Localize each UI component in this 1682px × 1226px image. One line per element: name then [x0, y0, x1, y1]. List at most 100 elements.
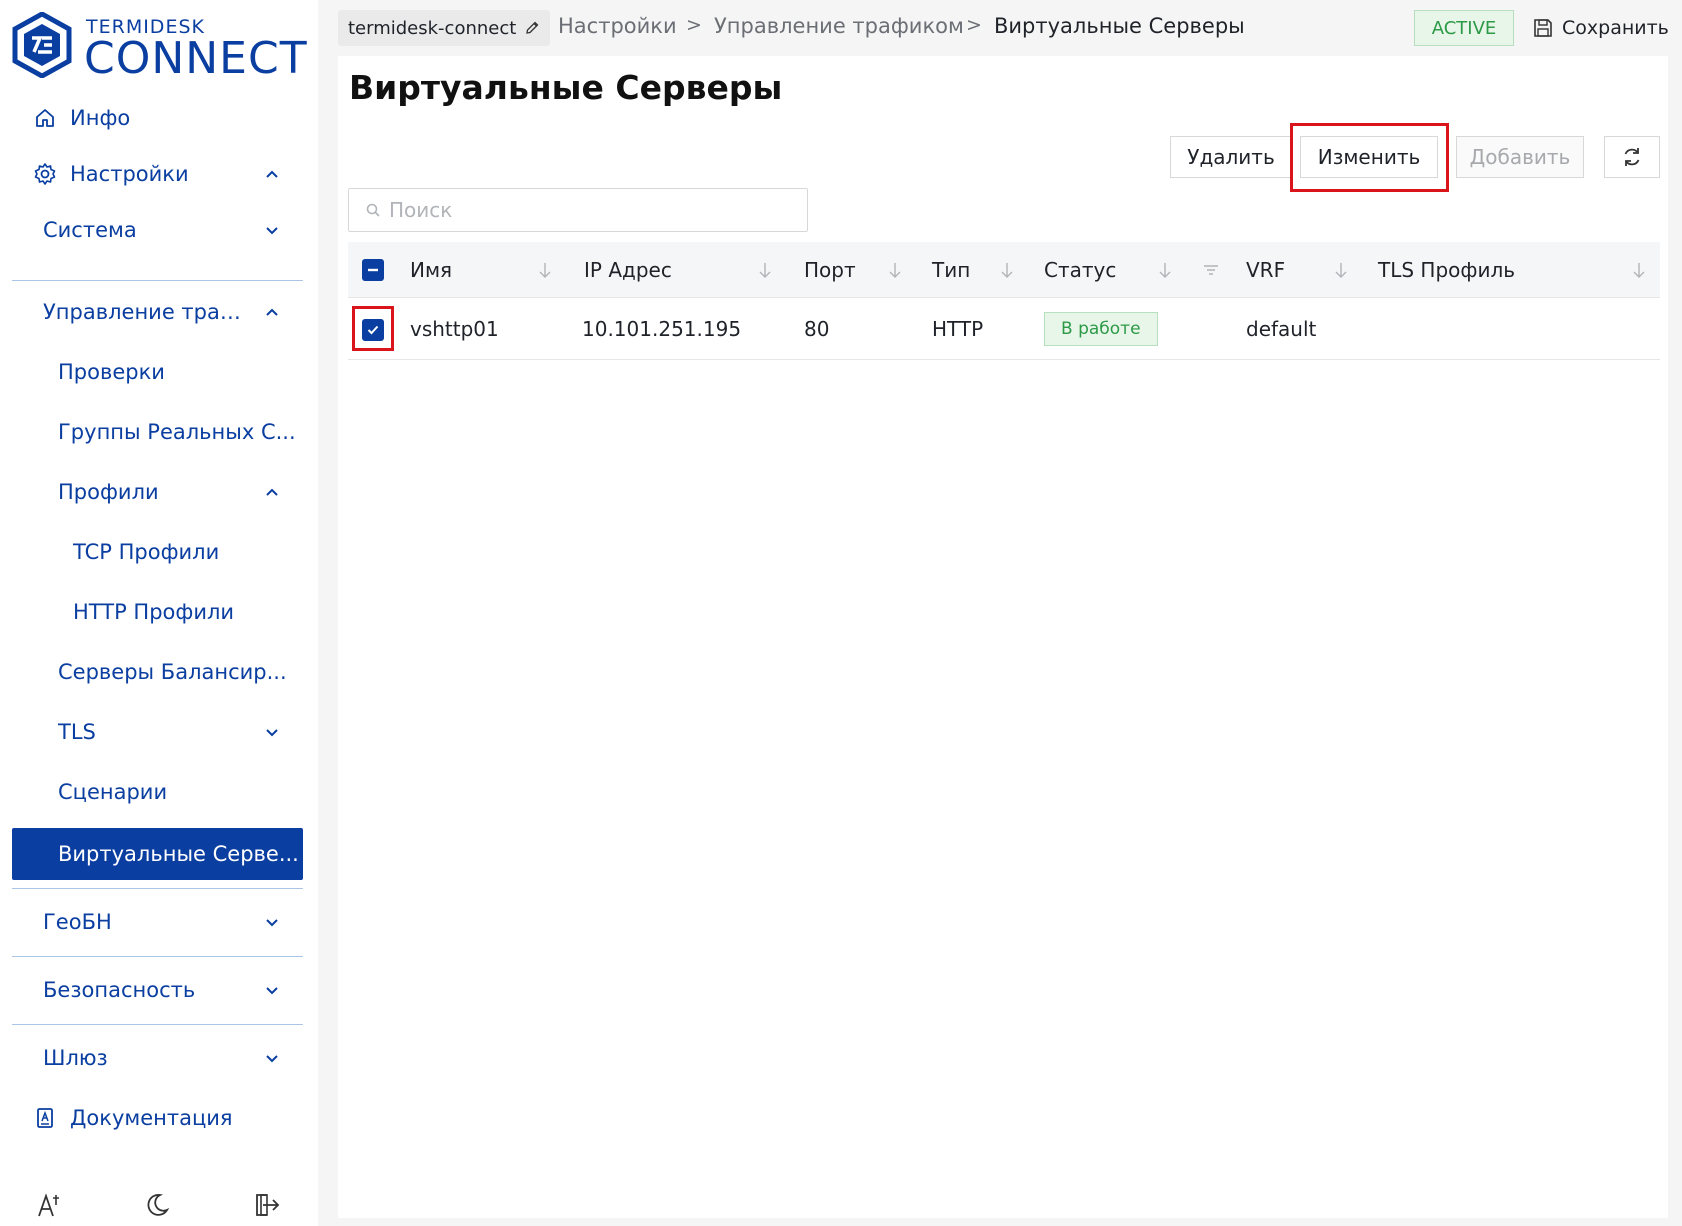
delete-button[interactable]: Удалить [1170, 136, 1292, 178]
sidebar-item-label: Настройки [70, 162, 189, 186]
cell-type: HTTP [932, 317, 984, 341]
column-header-port[interactable]: Порт [804, 242, 856, 298]
sidebar-item-label: Шлюз [43, 1046, 108, 1070]
sidebar-item-docs[interactable]: Документация [0, 1090, 318, 1146]
status-tag: В работе [1044, 312, 1158, 346]
select-all-checkbox[interactable] [362, 259, 384, 281]
chevron-up-icon [266, 170, 278, 178]
top-bar: termidesk-connect Настройки > Управление… [318, 0, 1682, 56]
divider [12, 1024, 303, 1025]
cell-port: 80 [804, 317, 830, 341]
sidebar-item-real-server-groups[interactable]: Группы Реальных С... [0, 404, 318, 460]
breadcrumb-settings[interactable]: Настройки [558, 14, 677, 38]
logo-hex-icon [12, 12, 72, 78]
sidebar-item-profiles[interactable]: Профили [0, 464, 318, 520]
sort-arrow-icon[interactable] [756, 261, 774, 279]
logo[interactable]: TERMIDESK CONNECT [12, 12, 308, 84]
row-checkbox-highlight [352, 306, 394, 351]
logout-icon[interactable] [252, 1190, 282, 1220]
chevron-up-icon[interactable] [262, 302, 282, 322]
sidebar-item-label: TLS [58, 720, 96, 744]
chevron-down-icon [266, 729, 278, 737]
sidebar-item-label: Группы Реальных С... [58, 420, 296, 444]
minus-icon [368, 268, 378, 272]
sidebar-item-virtual-servers[interactable]: Виртуальные Серве... [12, 828, 303, 880]
font-size-icon[interactable] [34, 1190, 64, 1220]
filter-icon[interactable] [1202, 261, 1220, 279]
column-header-status[interactable]: Статус [1044, 242, 1116, 298]
search-input[interactable]: Поиск [348, 188, 808, 232]
chevron-down-icon [266, 227, 278, 235]
breadcrumb-separator: > [686, 14, 702, 36]
refresh-icon [1624, 148, 1640, 166]
sort-arrow-icon[interactable] [1630, 261, 1648, 279]
virtual-servers-table: Имя IP Адрес Порт Тип Статус VRF TLS Про… [348, 242, 1660, 360]
document-icon [32, 1105, 58, 1131]
divider [12, 956, 303, 957]
sidebar-item-label: Инфо [70, 106, 131, 130]
breadcrumb-traffic[interactable]: Управление трафиком [714, 14, 964, 38]
column-header-type[interactable]: Тип [932, 242, 970, 298]
sort-arrow-icon[interactable] [536, 261, 554, 279]
pencil-icon[interactable] [524, 20, 540, 36]
sidebar-item-label: Виртуальные Серве... [58, 842, 299, 866]
cell-vrf: default [1246, 317, 1317, 341]
sort-arrow-icon[interactable] [998, 261, 1016, 279]
save-label: Сохранить [1562, 17, 1669, 39]
breadcrumb-separator: > [966, 14, 982, 36]
sidebar-item-balancer-servers[interactable]: Серверы Балансир... [0, 644, 318, 700]
sort-arrow-icon[interactable] [1156, 261, 1174, 279]
sidebar-item-info[interactable]: Инфо [0, 90, 318, 146]
sidebar-item-geobn[interactable]: ГеоБН [0, 894, 318, 950]
sidebar-item-label: Сценарии [58, 780, 168, 804]
chevron-up-icon [266, 488, 278, 496]
refresh-button[interactable] [1604, 136, 1660, 178]
chevron-down-icon [266, 1055, 278, 1063]
sidebar-item-label: TCP Профили [73, 540, 220, 564]
moon-icon[interactable] [142, 1190, 172, 1220]
sidebar-item-tls[interactable]: TLS [0, 704, 318, 760]
divider [12, 888, 303, 889]
gear-icon [32, 161, 58, 187]
main-panel: Виртуальные Серверы Удалить Изменить Доб… [338, 56, 1668, 1218]
sidebar-item-label: HTTP Профили [73, 600, 235, 624]
cell-status: В работе [1044, 298, 1158, 360]
sidebar-item-security[interactable]: Безопасность [0, 962, 318, 1018]
sidebar-item-label: Проверки [58, 360, 165, 384]
save-button[interactable]: Сохранить [1532, 10, 1669, 46]
table-header: Имя IP Адрес Порт Тип Статус VRF TLS Про… [348, 242, 1660, 298]
sidebar-item-label: Серверы Балансир... [58, 660, 287, 684]
cell-ip: 10.101.251.195 [582, 317, 742, 341]
status-badge: ACTIVE [1414, 10, 1514, 46]
column-header-name[interactable]: Имя [410, 242, 452, 298]
chevron-down-icon [266, 987, 278, 995]
sidebar-item-tcp-profiles[interactable]: TCP Профили [0, 524, 318, 580]
sidebar-item-settings[interactable]: Настройки [0, 146, 318, 202]
column-header-ip[interactable]: IP Адрес [584, 242, 672, 298]
sidebar-item-gateway[interactable]: Шлюз [0, 1030, 318, 1086]
sidebar-item-scenarios[interactable]: Сценарии [0, 764, 318, 820]
sort-arrow-icon[interactable] [886, 261, 904, 279]
sidebar-item-checks[interactable]: Проверки [0, 344, 318, 400]
device-name-chip[interactable]: termidesk-connect [338, 10, 551, 46]
sidebar-item-http-profiles[interactable]: HTTP Профили [0, 584, 318, 640]
sidebar-item-label: ГеоБН [43, 910, 112, 934]
sidebar: TERMIDESK CONNECT Инфо Настройки Система… [0, 0, 318, 1226]
column-header-tls-profile[interactable]: TLS Профиль [1378, 242, 1515, 298]
logo-text-big: CONNECT [84, 33, 308, 84]
sidebar-item-system[interactable]: Система [0, 202, 318, 258]
breadcrumb-current: Виртуальные Серверы [994, 14, 1245, 38]
sidebar-item-label: Система [43, 218, 137, 242]
sidebar-item-label: Управление трафи... [43, 300, 250, 324]
cell-name: vshttp01 [410, 317, 499, 341]
search-placeholder: Поиск [389, 198, 453, 222]
sort-arrow-icon[interactable] [1332, 261, 1350, 279]
chevron-down-icon [266, 919, 278, 927]
divider [12, 280, 303, 281]
sidebar-item-traffic[interactable]: Управление трафи... [0, 284, 250, 340]
column-header-vrf[interactable]: VRF [1246, 242, 1285, 298]
sidebar-item-label: Профили [58, 480, 159, 504]
add-button[interactable]: Добавить [1456, 136, 1584, 178]
sidebar-item-label: Документация [70, 1106, 233, 1130]
table-row[interactable]: vshttp01 10.101.251.195 80 HTTP В работе… [348, 298, 1660, 360]
